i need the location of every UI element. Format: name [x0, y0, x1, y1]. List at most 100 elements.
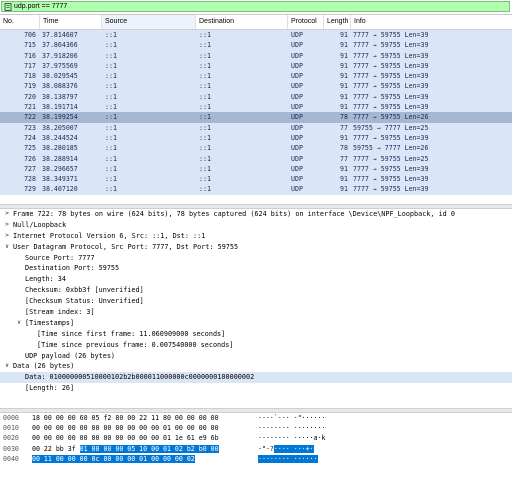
- packet-destination: ::1: [199, 144, 211, 153]
- packet-row[interactable]: 718 38.029545::1::1 UDP 91 7777 → 59755 Len=…: [0, 71, 512, 82]
- packet-row[interactable]: 722 38.199254::1::1 UDP 78 7777 → 59755 Len=…: [0, 112, 512, 123]
- collapse-arrow-icon[interactable]: >: [3, 231, 11, 242]
- detail-line[interactable]: ∨ User Datagram Protocol, Src Port: 7777,…: [0, 242, 512, 253]
- detail-line[interactable]: > Frame 722: 78 bytes on wire (624 bits),…: [0, 209, 512, 220]
- detail-line[interactable]: Destination Port: 59755: [0, 263, 512, 274]
- column-time[interactable]: Time: [40, 15, 102, 29]
- byte-row[interactable]: 0040 00 11 00 00 00 0c 00 00 00 01 00 00 …: [0, 454, 512, 464]
- detail-line[interactable]: ∨ Data (26 bytes): [0, 361, 512, 372]
- packet-row[interactable]: 716 37.918206::1::1 UDP 91 7777 → 59755 Len=…: [0, 50, 512, 61]
- packet-row[interactable]: 719 38.088376::1::1 UDP 91 7777 → 59755 Len=…: [0, 81, 512, 92]
- packet-info: 7777 → 59755 Len=39: [353, 164, 429, 173]
- packet-row[interactable]: 727 38.296657::1::1 UDP 91 7777 → 59755 Len=…: [0, 163, 512, 175]
- column-length[interactable]: Length: [324, 15, 351, 29]
- byte-row[interactable]: 0000 18 00 00 00 60 05 f2 80 00 22 11 80 …: [0, 413, 512, 423]
- packet-info: 59755 → 7777 Len=25: [353, 123, 429, 132]
- detail-line[interactable]: [Time since previous frame: 0.007540000 …: [0, 340, 512, 351]
- byte-row[interactable]: 0010 00 00 00 00 00 00 00 00 00 00 00 01 …: [0, 423, 512, 433]
- column-destination[interactable]: Destination: [196, 15, 288, 29]
- column-protocol[interactable]: Protocol: [288, 15, 324, 29]
- packet-row[interactable]: 729 38.407120::1::1 UDP 91 7777 → 59755 Len=…: [0, 184, 512, 195]
- detail-line[interactable]: UDP payload (26 bytes): [0, 351, 512, 362]
- ascii-selected: ···· ···+·: [273, 444, 314, 453]
- packet-list-header: No. Time Source Destination Protocol Len…: [0, 15, 512, 30]
- column-source[interactable]: Source: [102, 15, 196, 29]
- packet-destination: ::1: [199, 133, 211, 142]
- detail-line[interactable]: Length: 34: [0, 274, 512, 285]
- packet-destination: ::1: [199, 72, 211, 81]
- packet-protocol: UDP: [291, 61, 303, 70]
- packet-time: 38.349371: [42, 175, 78, 184]
- detail-line[interactable]: [Stream index: 3]: [0, 307, 512, 318]
- detail-text: UDP payload (26 bytes): [25, 351, 116, 360]
- packet-row[interactable]: 725 38.280185::1::1 UDP 78 59755 → 7777 Len=…: [0, 143, 512, 154]
- detail-line[interactable]: [Length: 26]: [0, 383, 512, 394]
- collapse-arrow-icon[interactable]: >: [3, 209, 11, 220]
- collapse-arrow-icon[interactable]: >: [3, 220, 11, 231]
- expand-arrow-icon[interactable]: ∨: [15, 318, 23, 329]
- detail-line[interactable]: Data: 010000000510000102b2b000011000000c…: [0, 372, 512, 384]
- packet-no: 717: [24, 61, 36, 70]
- packet-row[interactable]: 726 38.288914::1::1 UDP 77 7777 → 59755 Len=…: [0, 153, 512, 164]
- detail-line[interactable]: Source Port: 7777: [0, 253, 512, 264]
- byte-offset: 0020: [3, 434, 19, 443]
- ascii-plain: ·"·?: [258, 444, 274, 453]
- packet-destination: ::1: [199, 103, 211, 112]
- detail-text: [Timestamps]: [25, 318, 75, 327]
- packet-source: ::1: [105, 154, 117, 163]
- packet-destination: ::1: [199, 31, 211, 39]
- byte-ascii: ····`··· ·"······: [258, 413, 326, 423]
- packet-time: 38.205007: [42, 123, 78, 132]
- byte-row[interactable]: 0020 00 00 00 00 00 00 00 00 00 00 00 01 …: [0, 433, 512, 443]
- packet-info: 7777 → 59755 Len=39: [353, 133, 429, 142]
- packet-protocol: UDP: [291, 51, 303, 60]
- bookmark-icon[interactable]: [4, 3, 12, 11]
- detail-line[interactable]: > Null/Loopback: [0, 220, 512, 231]
- expand-arrow-icon[interactable]: ∨: [3, 242, 11, 253]
- detail-line[interactable]: ∨ [Timestamps]: [0, 318, 512, 329]
- packet-length: 77: [340, 123, 348, 132]
- packet-no: 728: [24, 175, 36, 184]
- packet-row[interactable]: 706 37.814607::1::1 UDP 91 7777 → 59755 Len=…: [0, 30, 512, 41]
- hex-plain: 00 22 bb 3f: [32, 444, 80, 453]
- packet-source: ::1: [105, 144, 117, 153]
- display-filter-field[interactable]: [1, 1, 510, 12]
- packet-row[interactable]: 720 38.138797::1::1 UDP 91 7777 → 59755 Len=…: [0, 91, 512, 103]
- packet-destination: ::1: [199, 154, 211, 163]
- expand-arrow-icon[interactable]: ∨: [3, 361, 11, 372]
- packet-length: 91: [340, 164, 348, 173]
- packet-row[interactable]: 721 38.191714::1::1 UDP 91 7777 → 59755 Len=…: [0, 102, 512, 113]
- packet-time: 38.296657: [42, 164, 78, 173]
- packet-row[interactable]: 723 38.205007::1::1 UDP 77 59755 → 7777 Len=…: [0, 122, 512, 133]
- detail-text: [Checksum Status: Unverified]: [25, 297, 144, 306]
- packet-row[interactable]: 717 37.975569::1::1 UDP 91 7777 → 59755 Len=…: [0, 60, 512, 72]
- column-no[interactable]: No.: [0, 15, 40, 29]
- packet-list: No. Time Source Destination Protocol Len…: [0, 15, 512, 203]
- packet-protocol: UDP: [291, 123, 303, 132]
- packet-no: 726: [24, 154, 36, 163]
- packet-no: 724: [24, 133, 36, 142]
- packet-time: 37.864366: [42, 41, 78, 50]
- packet-protocol: UDP: [291, 41, 303, 50]
- hex-plain: 18 00 00 00 60 05 f2 80 00 22 11 80 00 0…: [32, 414, 219, 422]
- detail-line[interactable]: > Internet Protocol Version 6, Src: ::1, …: [0, 231, 512, 242]
- filter-input[interactable]: [14, 2, 494, 12]
- column-info[interactable]: Info: [351, 15, 512, 29]
- packet-time: 37.814607: [42, 31, 78, 39]
- ascii-plain: ····`··· ·"······: [258, 414, 326, 422]
- hex-selected: 00 11 00 00 00 0c 00 00 00 01 00 00 00 0…: [32, 454, 195, 463]
- packet-length: 91: [340, 185, 348, 194]
- byte-row[interactable]: 0030 00 22 bb 3f 01 00 00 00 05 10 00 01 …: [0, 444, 512, 454]
- packet-row[interactable]: 728 38.349371::1::1 UDP 91 7777 → 59755 Len=…: [0, 174, 512, 185]
- detail-line[interactable]: [Checksum Status: Unverified]: [0, 296, 512, 307]
- packet-length: 91: [340, 92, 348, 101]
- detail-line[interactable]: Checksum: 0xbb3f [unverified]: [0, 285, 512, 296]
- packet-source: ::1: [105, 92, 117, 101]
- packet-no: 727: [24, 164, 36, 173]
- packet-time: 38.244524: [42, 133, 78, 142]
- detail-line[interactable]: [Time since first frame: 11.060909000 se…: [0, 329, 512, 340]
- packet-row[interactable]: 715 37.864366::1::1 UDP 91 7777 → 59755 Len=…: [0, 40, 512, 51]
- packet-bytes: 0000 18 00 00 00 60 05 f2 80 00 22 11 80 …: [0, 413, 512, 495]
- packet-length: 91: [340, 61, 348, 70]
- packet-row[interactable]: 724 38.244524::1::1 UDP 91 7777 → 59755 Len=…: [0, 132, 512, 144]
